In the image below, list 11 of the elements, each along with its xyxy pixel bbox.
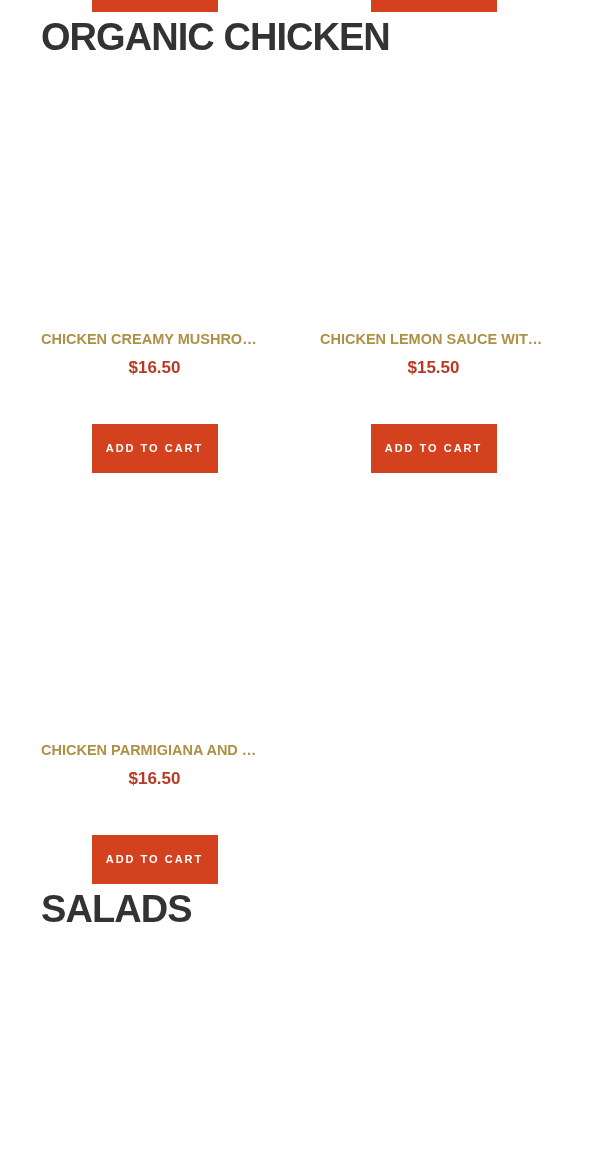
add-to-cart-button[interactable]: ADD TO CART: [370, 424, 497, 473]
add-to-cart-button[interactable]: ADD TO CART: [91, 424, 218, 473]
product-title[interactable]: CHICKEN PARMIGIANA AND …: [41, 739, 257, 761]
section-heading: ORGANIC CHICKEN: [41, 15, 391, 60]
product-title[interactable]: CHICKEN CREAMY MUSHRO…: [41, 328, 257, 350]
product-title[interactable]: CHICKEN LEMON SAUCE WIT…: [320, 328, 543, 350]
add-to-cart-button[interactable]: ADD TO CART: [91, 835, 218, 884]
product-price: $16.50: [128, 357, 181, 379]
product-price: $15.50: [407, 357, 460, 379]
section-heading: SALADS: [41, 887, 193, 932]
product-price: $16.50: [128, 768, 181, 790]
